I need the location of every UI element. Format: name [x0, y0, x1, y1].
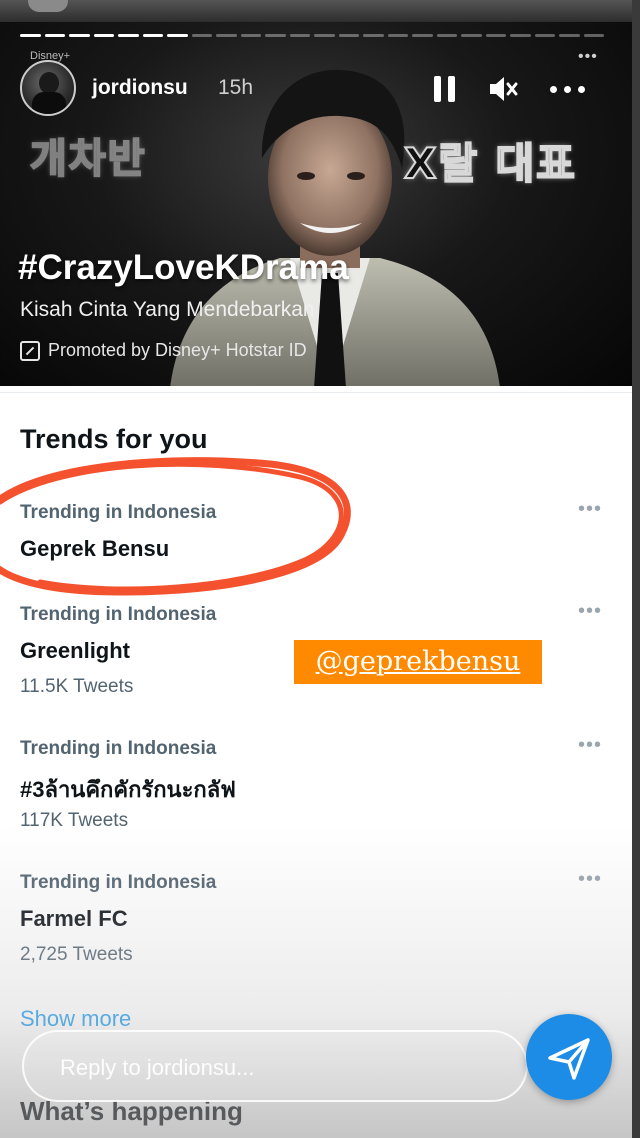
story-timestamp: 15h	[218, 76, 254, 99]
trend-tweet-count: 11.5K Tweets	[20, 676, 134, 697]
section-title: Trends for you	[20, 424, 208, 454]
reply-field[interactable]	[22, 1030, 528, 1102]
progress-segment	[583, 34, 604, 37]
promo-hashtag[interactable]: #CrazyLoveKDrama	[18, 248, 349, 288]
divider	[0, 392, 632, 393]
neon-korean-text-right: X랄 대표	[403, 138, 577, 189]
story-username[interactable]: jordionsu	[92, 76, 188, 100]
avatar[interactable]	[20, 60, 76, 116]
progress-segment	[461, 34, 482, 37]
reply-input[interactable]	[58, 1050, 502, 1086]
mention-sticker[interactable]: @geprekbensu	[294, 640, 542, 684]
promoted-text: Promoted by Disney+ Hotstar ID	[48, 340, 307, 360]
neon-korean-text-left: 개차반	[29, 135, 147, 183]
promo-subtitle: Kisah Cinta Yang Mendebarkan	[20, 298, 315, 321]
progress-segment	[338, 34, 359, 37]
promo-actor-image	[170, 69, 500, 386]
progress-segment	[265, 34, 286, 37]
trend-name[interactable]: Farmel FC	[20, 906, 128, 932]
progress-segment	[387, 34, 408, 37]
trend-context: Trending in Indonesia	[20, 502, 217, 523]
trend-name[interactable]: #3ล้านคึกคักรักนะกลัฟ	[20, 772, 236, 807]
progress-segment	[69, 34, 90, 37]
progress-segment	[314, 34, 335, 37]
progress-segment	[534, 34, 555, 37]
trend-tweet-count: 117K Tweets	[20, 810, 129, 831]
promoted-label[interactable]: Promoted by Disney+ Hotstar ID	[20, 340, 307, 361]
trend-context: Trending in Indonesia	[20, 738, 217, 759]
trend-context: Trending in Indonesia	[20, 872, 217, 893]
promoted-arrow-icon	[20, 340, 40, 361]
story-viewer: 개차반 X랄 대표 Disney+ jordionsu 15h ••• #Cra…	[0, 0, 640, 1138]
screen-edge	[632, 0, 640, 1138]
progress-segment	[142, 34, 163, 37]
progress-segment	[436, 34, 457, 37]
progress-segment	[191, 34, 212, 37]
progress-segment	[167, 34, 188, 37]
trend-more-icon[interactable]: •••	[578, 600, 602, 623]
progress-segment	[289, 34, 310, 37]
trend-more-icon[interactable]: •••	[578, 734, 602, 757]
progress-segment	[559, 34, 580, 37]
trend-context: Trending in Indonesia	[20, 604, 217, 625]
progress-segment	[216, 34, 237, 37]
mute-icon[interactable]	[486, 72, 520, 106]
trend-name[interactable]: Greenlight	[20, 638, 130, 664]
story-media[interactable]: 개차반 X랄 대표 Disney+ jordionsu 15h ••• #Cra…	[0, 0, 632, 386]
progress-segment	[412, 34, 433, 37]
progress-segment	[510, 34, 531, 37]
more-options-icon[interactable]	[550, 72, 586, 106]
story-progress-bar	[20, 34, 604, 37]
progress-segment	[485, 34, 506, 37]
show-more-link[interactable]: Show more	[20, 1006, 131, 1032]
trend-more-icon[interactable]: •••	[578, 868, 602, 891]
pause-icon[interactable]	[434, 72, 456, 106]
progress-segment	[118, 34, 139, 37]
progress-segment	[240, 34, 261, 37]
trend-name[interactable]: Geprek Bensu	[20, 536, 169, 562]
progress-segment	[93, 34, 114, 37]
send-icon	[548, 1038, 590, 1080]
progress-segment	[20, 34, 41, 37]
previous-story-strip	[0, 0, 632, 22]
send-button[interactable]	[526, 1014, 612, 1100]
ad-more-icon[interactable]: •••	[578, 48, 598, 66]
progress-segment	[363, 34, 384, 37]
progress-segment	[44, 34, 65, 37]
trend-more-icon[interactable]: •••	[578, 498, 602, 521]
trend-tweet-count: 2,725 Tweets	[20, 944, 133, 965]
